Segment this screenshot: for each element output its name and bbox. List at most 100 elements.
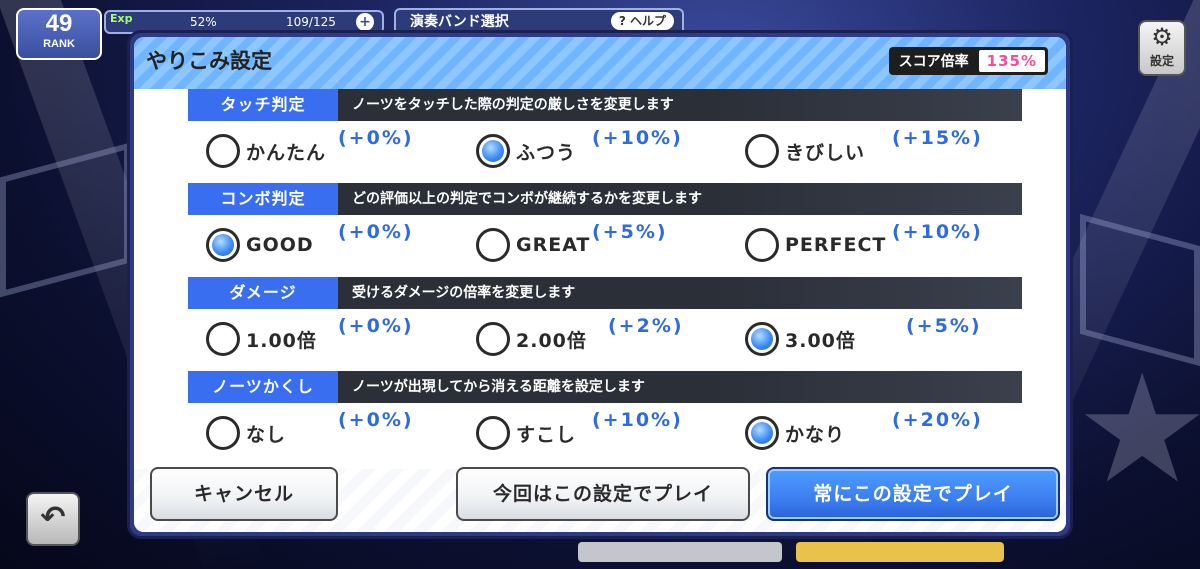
option-row: かんたん (+0%) ふつう (+10%) きびしい (+15%) [188, 121, 1022, 183]
play-always-button[interactable]: 常にこの設定でプレイ [766, 467, 1060, 521]
section-note-hide: ノーツかくし ノーツが出現してから消える距離を設定します なし (+0%) すこ… [188, 371, 1022, 465]
option-label: ふつう [516, 141, 577, 164]
radio-button[interactable] [206, 322, 240, 356]
section-header: ノーツかくし ノーツが出現してから消える距離を設定します [188, 371, 1022, 403]
option-radio[interactable]: PERFECT [745, 227, 886, 263]
radio-selected-dot [751, 328, 773, 350]
radio-button[interactable] [476, 228, 510, 262]
option-radio[interactable]: きびしい [745, 133, 865, 169]
option-bonus: (+10%) [592, 127, 683, 149]
option-radio[interactable]: 1.00倍 [206, 321, 317, 357]
dialog-title: やりこみ設定 [146, 49, 272, 73]
option-label: PERFECT [785, 234, 887, 256]
radio-button[interactable] [476, 134, 510, 168]
radio-button[interactable] [476, 322, 510, 356]
option-row: 1.00倍 (+0%) 2.00倍 (+2%) 3.00倍 (+5%) [188, 309, 1022, 371]
dialog-header: やりこみ設定 スコア倍率 135% [134, 37, 1066, 89]
options-area: タッチ判定 ノーツをタッチした際の判定の厳しさを変更します かんたん (+0%)… [134, 89, 1066, 469]
option-radio[interactable]: すこし [476, 415, 576, 451]
play-once-button[interactable]: 今回はこの設定でプレイ [456, 467, 750, 521]
option-bonus: (+10%) [892, 221, 983, 243]
option-bonus: (+5%) [592, 221, 668, 243]
settings-dialog: やりこみ設定 スコア倍率 135% タッチ判定 ノーツをタッチした際の判定の厳し… [127, 30, 1073, 539]
section-damage: ダメージ 受けるダメージの倍率を変更します 1.00倍 (+0%) 2.00倍 [188, 277, 1022, 371]
section-description: ノーツをタッチした際の判定の厳しさを変更します [338, 89, 1022, 121]
settings-button[interactable]: ⚙ 設定 [1138, 20, 1186, 76]
option-bonus: (+10%) [592, 409, 683, 431]
section-label: タッチ判定 [188, 89, 338, 121]
section-label: ノーツかくし [188, 371, 338, 403]
section-label: コンボ判定 [188, 183, 338, 215]
settings-label: 設定 [1149, 54, 1174, 68]
score-multiplier-value: 135% [978, 50, 1045, 72]
option-label: なし [246, 423, 287, 446]
radio-button[interactable] [206, 134, 240, 168]
option-row: なし (+0%) すこし (+10%) かなり (+20%) [188, 403, 1022, 465]
radio-button[interactable] [745, 134, 779, 168]
option-label: かんたん [246, 141, 327, 164]
option-radio[interactable]: かんたん [206, 133, 326, 169]
option-label: 3.00倍 [785, 329, 856, 352]
radio-button[interactable] [745, 416, 779, 450]
section-header: コンボ判定 どの評価以上の判定でコンボが継続するかを変更します [188, 183, 1022, 215]
back-arrow-icon: ↶ [40, 500, 66, 535]
radio-selected-dot [751, 422, 773, 444]
help-label: ヘルプ [629, 14, 666, 28]
radio-selected-dot [482, 140, 504, 162]
option-bonus: (+20%) [892, 409, 983, 431]
section-touch-judgement: タッチ判定 ノーツをタッチした際の判定の厳しさを変更します かんたん (+0%)… [188, 89, 1022, 183]
section-label: ダメージ [188, 277, 338, 309]
option-label: すこし [516, 423, 577, 446]
radio-selected-dot [212, 234, 234, 256]
star-decoration-icon: ★ [1075, 343, 1200, 517]
rank-value: 49 [45, 10, 73, 37]
option-radio[interactable]: GREAT [476, 227, 590, 263]
cancel-button[interactable]: キャンセル [150, 467, 338, 521]
rank-label: RANK [43, 38, 75, 50]
option-bonus: (+5%) [906, 315, 982, 337]
exp-label: Exp [110, 12, 133, 25]
option-bonus: (+0%) [338, 409, 414, 431]
help-button[interactable]: ? ヘルプ [610, 12, 674, 30]
dialog-panel: やりこみ設定 スコア倍率 135% タッチ判定 ノーツをタッチした際の判定の厳し… [134, 37, 1066, 532]
section-header: ダメージ 受けるダメージの倍率を変更します [188, 277, 1022, 309]
option-label: きびしい [785, 141, 866, 164]
option-row: GOOD (+0%) GREAT (+5%) PERFECT (+10%) [188, 215, 1022, 277]
option-radio[interactable]: ふつう [476, 133, 576, 169]
option-bonus: (+0%) [338, 127, 414, 149]
option-bonus: (+0%) [338, 221, 414, 243]
radio-button[interactable] [476, 416, 510, 450]
option-label: 1.00倍 [246, 329, 317, 352]
option-label: かなり [785, 423, 846, 446]
option-label: 2.00倍 [516, 329, 587, 352]
option-radio[interactable]: かなり [745, 415, 845, 451]
bottom-tab [796, 542, 1004, 562]
score-multiplier-label: スコア倍率 [898, 54, 969, 70]
bottom-tab [578, 542, 782, 562]
gear-icon: ⚙ [1151, 23, 1173, 51]
screen-title-text: 演奏バンド選択 [410, 14, 509, 30]
option-bonus: (+15%) [892, 127, 983, 149]
option-radio[interactable]: 3.00倍 [745, 321, 856, 357]
option-radio[interactable]: 2.00倍 [476, 321, 587, 357]
option-bonus: (+0%) [338, 315, 414, 337]
radio-button[interactable] [206, 416, 240, 450]
option-bonus: (+2%) [608, 315, 684, 337]
dialog-footer: キャンセル 今回はこの設定でプレイ 常にこの設定でプレイ [134, 467, 1066, 529]
stamina-value: 109/125 [286, 15, 336, 29]
radio-button[interactable] [206, 228, 240, 262]
radio-button[interactable] [745, 228, 779, 262]
back-button[interactable]: ↶ [26, 492, 80, 546]
add-stamina-button[interactable]: + [356, 13, 374, 31]
dialog-body: タッチ判定 ノーツをタッチした際の判定の厳しさを変更します かんたん (+0%)… [134, 89, 1066, 532]
score-multiplier: スコア倍率 135% [888, 47, 1048, 75]
section-header: タッチ判定 ノーツをタッチした際の判定の厳しさを変更します [188, 89, 1022, 121]
option-label: GOOD [246, 234, 314, 256]
section-description: ノーツが出現してから消える距離を設定します [338, 371, 1022, 403]
section-description: 受けるダメージの倍率を変更します [338, 277, 1022, 309]
radio-button[interactable] [745, 322, 779, 356]
option-radio[interactable]: なし [206, 415, 286, 451]
option-radio[interactable]: GOOD [206, 227, 314, 263]
rank-badge: 49 RANK [16, 8, 102, 60]
exp-percent: 52% [190, 15, 217, 29]
